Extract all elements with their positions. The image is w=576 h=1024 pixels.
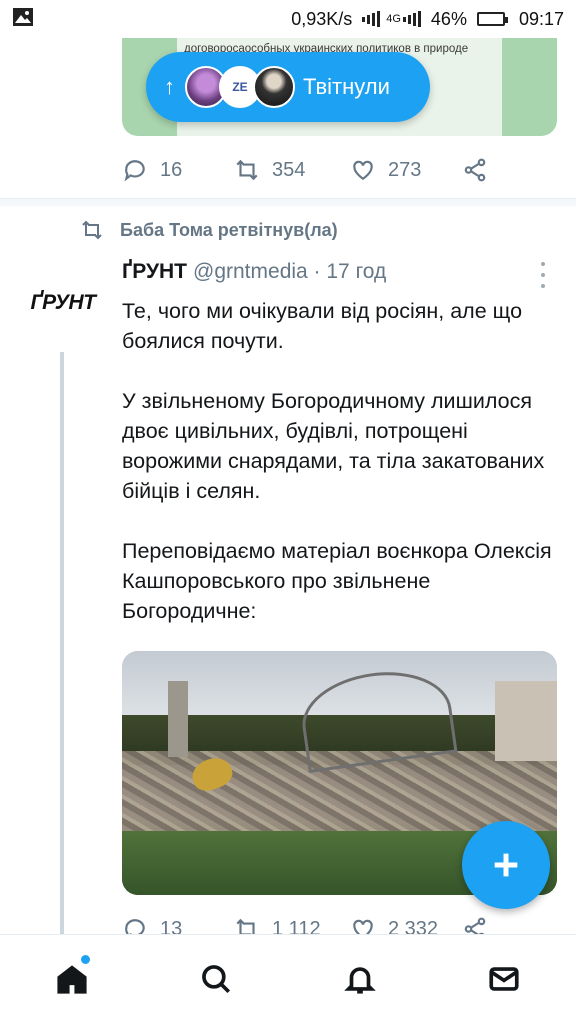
media-right-band [502, 38, 557, 136]
image-icon [12, 7, 34, 32]
home-notification-dot [81, 955, 90, 964]
retweet-count: 354 [272, 158, 306, 181]
tweet-divider [0, 198, 576, 206]
new-tweets-label: Твітнули [303, 74, 390, 99]
like-count: 273 [388, 158, 422, 181]
retweet-button[interactable]: 354 [234, 157, 305, 183]
battery-icon [476, 12, 509, 26]
media-tower [168, 681, 188, 757]
tweet-text: Те, чого ми очікували від росіян, але що… [122, 296, 552, 626]
nav-notifications[interactable] [340, 959, 380, 999]
reply-button[interactable]: 16 [122, 157, 182, 183]
plus-icon [494, 853, 518, 877]
reply-icon [124, 160, 145, 182]
retweet-icon [236, 159, 258, 181]
clock: 09:17 [518, 8, 564, 29]
retweet-context[interactable]: Баба Тома ретвітнув(ла) [80, 218, 338, 242]
thread-line [60, 352, 64, 934]
battery-percent: 46% [430, 8, 467, 29]
network-speed: 0,93K/s [291, 8, 353, 29]
avatar [253, 66, 295, 108]
bottom-navigation [0, 934, 576, 1024]
mail-icon [489, 967, 519, 991]
compose-tweet-button[interactable] [462, 821, 550, 909]
tweet-paragraph: Переповідаємо матеріал воєнкора Олексія … [122, 539, 552, 623]
network-type: 4G [386, 13, 401, 25]
bell-icon [344, 967, 376, 994]
author-name[interactable]: ҐРУНТ [122, 260, 187, 284]
nav-home[interactable] [52, 959, 92, 999]
nav-search[interactable] [196, 959, 236, 999]
signal-icon [362, 11, 381, 27]
pill-avatars: ZE [185, 66, 295, 108]
reply-count: 16 [160, 158, 183, 181]
search-icon [202, 965, 231, 994]
share-icon [464, 158, 486, 182]
retweet-icon [82, 220, 102, 240]
retweet-context-text: Баба Тома ретвітнув(ла) [120, 219, 338, 240]
avatar[interactable]: ҐРУНТ [22, 262, 104, 344]
arrow-up-icon: ↑ [164, 74, 175, 99]
new-tweets-pill[interactable]: ↑ ZE Твітнули [146, 52, 430, 122]
tweet-paragraph: У звільненому Богородичному лишилося дво… [122, 389, 545, 503]
more-options-icon[interactable] [538, 262, 548, 288]
signal-icon-2 [402, 11, 421, 27]
status-bar: 0,93K/s 4G 46% 09:17 [0, 0, 576, 38]
avatar-logo-text: ҐРУНТ [30, 291, 96, 314]
home-icon [57, 965, 87, 994]
like-button[interactable]: 273 [350, 157, 421, 183]
tweet-header[interactable]: ҐРУНТ @grntmedia · 17 год [122, 260, 386, 284]
author-handle-time: @grntmedia · 17 год [193, 260, 387, 283]
share-button[interactable] [462, 157, 488, 183]
nav-messages[interactable] [484, 959, 524, 999]
previous-tweet-actions: 16 354 273 [122, 152, 552, 188]
tweet-paragraph: Те, чого ми очікували від росіян, але що… [122, 299, 523, 353]
heart-icon [353, 160, 373, 180]
media-building [495, 681, 557, 761]
